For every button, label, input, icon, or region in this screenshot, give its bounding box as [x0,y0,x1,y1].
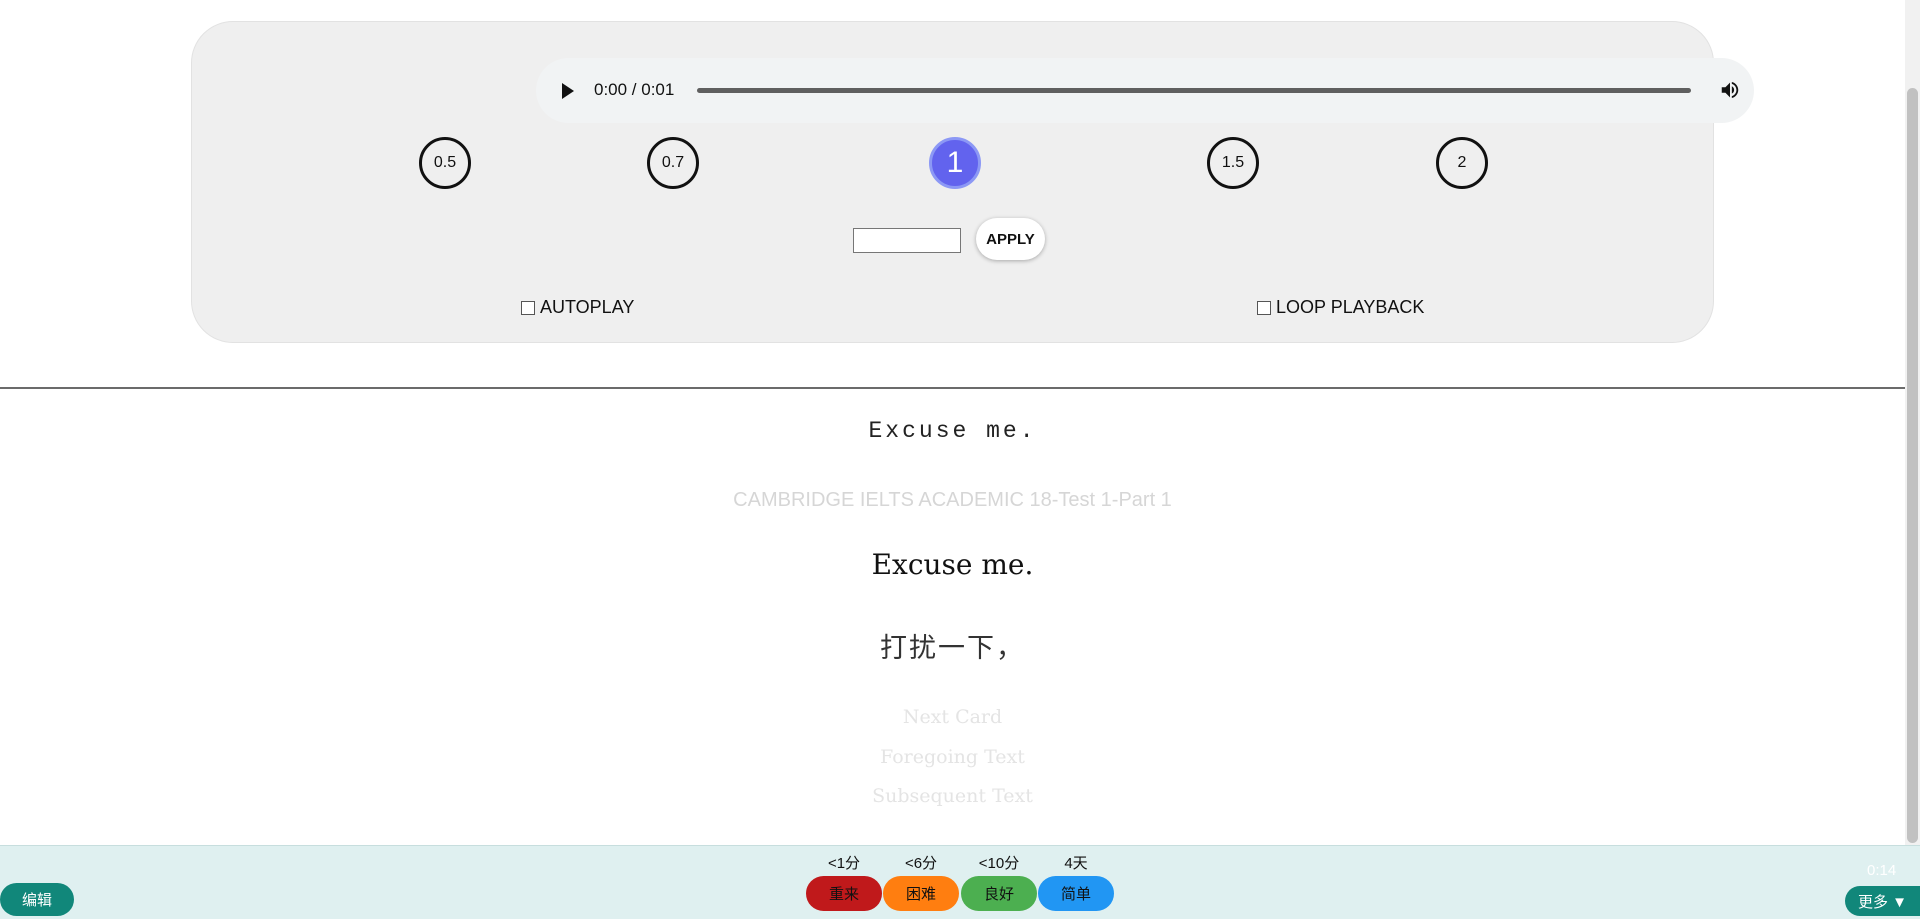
ease-hard: <6分 困难 [883,854,959,911]
easy-button[interactable]: 简单 [1038,876,1114,911]
autoplay-label: AUTOPLAY [540,297,635,317]
more-button[interactable]: 更多 ▼ [1845,886,1920,916]
card-translation: 打扰一下， [880,633,1025,664]
ease-hard-interval: <6分 [904,855,938,872]
speed-0-7-button[interactable]: 0.7 [647,137,699,189]
ease-again-interval: <1分 [827,855,861,872]
hard-button[interactable]: 困难 [883,876,959,911]
loop-playback-option[interactable]: LOOP PLAYBACK [1257,297,1424,318]
autoplay-option[interactable]: AUTOPLAY [521,297,634,318]
volume-icon[interactable] [1719,79,1741,101]
subsequent-text-link[interactable]: Subsequent Text [0,785,1905,807]
speed-1-5-button[interactable]: 1.5 [1207,137,1259,189]
scrollbar-thumb[interactable] [1907,88,1918,843]
scrollbar[interactable] [1905,0,1920,845]
player-panel: 0:00 / 0:01 0.5 0.7 1 1.5 2 APPLY AUTOPL… [191,21,1754,343]
card-front-text: Excuse me. [868,418,1037,444]
card-source: CAMBRIDGE IELTS ACADEMIC 18-Test 1-Part … [733,489,1172,511]
apply-button[interactable]: APPLY [976,218,1045,260]
loop-playback-label: LOOP PLAYBACK [1276,297,1425,317]
review-bar: 编辑 <1分 重来 <6分 困难 <10分 良好 4天 简单 0:14 更多 ▼ [0,845,1920,919]
good-button[interactable]: 良好 [961,876,1037,911]
divider [0,387,1905,389]
next-card-link[interactable]: Next Card [0,706,1905,728]
audio-player: 0:00 / 0:01 [536,58,1754,123]
card-answer-text: Excuse me. [871,548,1034,581]
ease-good-interval: <10分 [978,855,1020,872]
review-timer: 0:14 [1867,862,1897,879]
autoplay-checkbox[interactable] [521,300,535,315]
edit-button[interactable]: 编辑 [0,883,74,916]
ease-easy-interval: 4天 [1064,855,1088,872]
speed-0-5-button[interactable]: 0.5 [419,137,471,189]
ease-again: <1分 重来 [806,854,882,911]
time-display: 0:00 / 0:01 [594,80,675,99]
custom-speed-input[interactable] [853,228,961,253]
progress-bar[interactable] [697,88,1691,93]
loop-playback-checkbox[interactable] [1257,300,1271,315]
speed-2-button[interactable]: 2 [1436,137,1488,189]
again-button[interactable]: 重来 [806,876,882,911]
play-icon[interactable] [562,83,574,99]
ease-easy: 4天 简单 [1038,854,1114,911]
ease-good: <10分 良好 [961,854,1037,911]
foregoing-text-link[interactable]: Foregoing Text [0,746,1905,768]
speed-1-button[interactable]: 1 [929,137,981,189]
